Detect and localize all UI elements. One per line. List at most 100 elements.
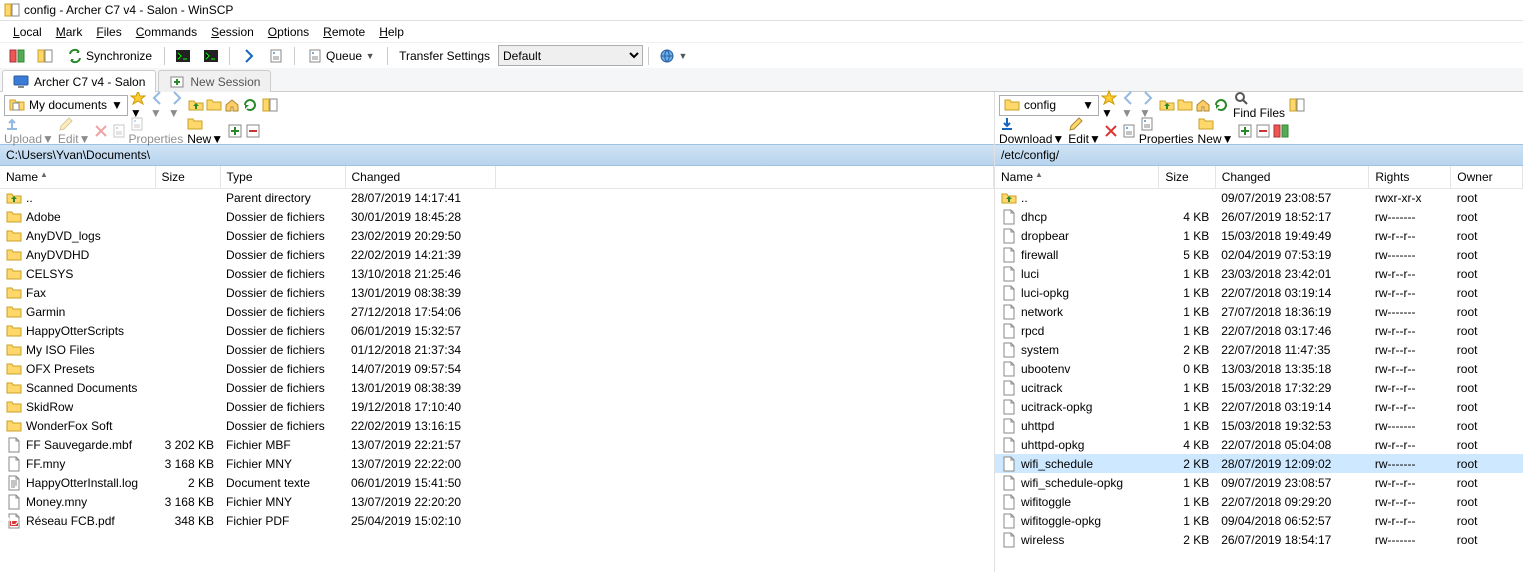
menu-help[interactable]: Help — [372, 23, 411, 41]
col-size[interactable]: Size — [155, 166, 220, 188]
menu-remote[interactable]: Remote — [316, 23, 372, 41]
local-path[interactable]: C:\Users\Yvan\Documents\ — [0, 144, 994, 166]
download-button[interactable]: Download▼ — [999, 116, 1064, 146]
local-drive-select[interactable]: My documents ▼ — [4, 95, 128, 116]
table-row[interactable]: My ISO FilesDossier de fichiers01/12/201… — [0, 340, 994, 359]
table-row[interactable]: AnyDVD_logsDossier de fichiers23/02/2019… — [0, 226, 994, 245]
table-row[interactable]: WonderFox SoftDossier de fichiers22/02/2… — [0, 416, 994, 435]
remote-path[interactable]: /etc/config/ — [995, 144, 1523, 166]
edit-button[interactable]: Edit▼ — [58, 116, 91, 146]
table-row[interactable]: dhcp4 KB26/07/2019 18:52:17rw-------root — [995, 207, 1523, 226]
properties-button[interactable]: Properties — [1139, 116, 1194, 146]
remote-drive-select[interactable]: config ▼ — [999, 95, 1099, 116]
col-owner[interactable]: Owner — [1451, 166, 1523, 188]
table-row[interactable]: ucitrack-opkg1 KB22/07/2018 03:19:14rw-r… — [995, 397, 1523, 416]
select-none-button[interactable] — [245, 123, 261, 139]
home-button[interactable] — [1195, 97, 1211, 113]
menu-commands[interactable]: Commands — [129, 23, 204, 41]
table-row[interactable]: Réseau FCB.pdf348 KBFichier PDF25/04/201… — [0, 511, 994, 530]
parent-dir-button[interactable] — [1159, 97, 1175, 113]
table-row[interactable]: HappyOtterScriptsDossier de fichiers06/0… — [0, 321, 994, 340]
table-row[interactable]: wifi_schedule2 KB28/07/2019 12:09:02rw--… — [995, 454, 1523, 473]
select-all-button[interactable] — [1237, 123, 1253, 139]
table-row[interactable]: wifitoggle-opkg1 KB09/04/2018 06:52:57rw… — [995, 511, 1523, 530]
table-row[interactable]: CELSYSDossier de fichiers13/10/2018 21:2… — [0, 264, 994, 283]
root-dir-button[interactable] — [206, 97, 222, 113]
table-row[interactable]: luci-opkg1 KB22/07/2018 03:19:14rw-r--r-… — [995, 283, 1523, 302]
table-row[interactable]: dropbear1 KB15/03/2018 19:49:49rw-r--r--… — [995, 226, 1523, 245]
root-dir-button[interactable] — [1177, 97, 1193, 113]
menu-files[interactable]: Files — [89, 23, 128, 41]
table-row[interactable]: system2 KB22/07/2018 11:47:35rw-r--r--ro… — [995, 340, 1523, 359]
col-changed[interactable]: Changed — [345, 166, 495, 188]
table-row[interactable]: wifitoggle1 KB22/07/2018 09:29:20rw-r--r… — [995, 492, 1523, 511]
bookmark-button[interactable]: ▼ — [1101, 90, 1117, 120]
home-button[interactable] — [224, 97, 240, 113]
properties-button[interactable]: Properties — [129, 116, 184, 146]
console-button[interactable] — [198, 45, 224, 67]
find-files-button[interactable]: Find Files — [1233, 90, 1285, 120]
rename-button[interactable] — [1121, 123, 1137, 139]
select-all-button[interactable] — [227, 123, 243, 139]
table-row[interactable]: AnyDVDHDDossier de fichiers22/02/2019 14… — [0, 245, 994, 264]
invert-select-button[interactable] — [1273, 123, 1289, 139]
edit-button[interactable]: Edit▼ — [1068, 116, 1101, 146]
new-button[interactable]: New▼ — [187, 116, 223, 146]
transfer-preset-select[interactable]: Default — [498, 45, 643, 66]
col-changed[interactable]: Changed — [1215, 166, 1369, 188]
reconnect-button[interactable]: ▼ — [654, 45, 693, 67]
refresh-button[interactable] — [242, 97, 258, 113]
table-row[interactable]: wifi_schedule-opkg1 KB09/07/2019 23:08:5… — [995, 473, 1523, 492]
table-row[interactable]: firewall5 KB02/04/2019 07:53:19rw-------… — [995, 245, 1523, 264]
table-row[interactable]: GarminDossier de fichiers27/12/2018 17:5… — [0, 302, 994, 321]
table-row[interactable]: ..09/07/2019 23:08:57rwxr-xr-xroot — [995, 188, 1523, 207]
table-row[interactable]: AdobeDossier de fichiers30/01/2019 18:45… — [0, 207, 994, 226]
synchronize-button[interactable]: Synchronize — [60, 45, 159, 67]
terminal-button[interactable] — [170, 45, 196, 67]
table-row[interactable]: HappyOtterInstall.log2 KBDocument texte0… — [0, 473, 994, 492]
tab-session[interactable]: Archer C7 v4 - Salon — [2, 70, 156, 92]
table-row[interactable]: ucitrack1 KB15/03/2018 17:32:29rw-r--r--… — [995, 378, 1523, 397]
sync-dirs-button[interactable] — [262, 97, 278, 113]
col-name[interactable]: Name▲ — [995, 166, 1159, 188]
transfer-settings-button[interactable] — [263, 45, 289, 67]
table-row[interactable]: FF Sauvegarde.mbf3 202 KBFichier MBF13/0… — [0, 435, 994, 454]
sync-browse-button[interactable] — [32, 45, 58, 67]
table-row[interactable]: FF.mny3 168 KBFichier MNY13/07/2019 22:2… — [0, 454, 994, 473]
parent-dir-button[interactable] — [188, 97, 204, 113]
table-row[interactable]: FaxDossier de fichiers13/01/2019 08:38:3… — [0, 283, 994, 302]
table-row[interactable]: Money.mny3 168 KBFichier MNY13/07/2019 2… — [0, 492, 994, 511]
delete-button[interactable] — [1103, 123, 1119, 139]
table-row[interactable]: uhttpd-opkg4 KB22/07/2018 05:04:08rw-r--… — [995, 435, 1523, 454]
table-row[interactable]: rpcd1 KB22/07/2018 03:17:46rw-r--r--root — [995, 321, 1523, 340]
menu-mark[interactable]: Mark — [49, 23, 90, 41]
table-row[interactable]: OFX PresetsDossier de fichiers14/07/2019… — [0, 359, 994, 378]
table-row[interactable]: ubootenv0 KB13/03/2018 13:35:18rw-r--r--… — [995, 359, 1523, 378]
remote-file-list[interactable]: Name▲ Size Changed Rights Owner ..09/07/… — [995, 166, 1523, 572]
queue-button[interactable]: Queue▼ — [300, 45, 382, 67]
menu-session[interactable]: Session — [204, 23, 261, 41]
col-name[interactable]: Name▲ — [0, 166, 155, 188]
upload-button[interactable]: Upload▼ — [4, 116, 54, 146]
table-row[interactable]: network1 KB27/07/2018 18:36:19rw-------r… — [995, 302, 1523, 321]
select-none-button[interactable] — [1255, 123, 1271, 139]
delete-button[interactable] — [93, 123, 109, 139]
col-type[interactable]: Type — [220, 166, 345, 188]
transfer-resume-button[interactable] — [235, 45, 261, 67]
col-size[interactable]: Size — [1159, 166, 1215, 188]
col-rights[interactable]: Rights — [1369, 166, 1451, 188]
menu-local[interactable]: Local — [6, 23, 49, 41]
table-row[interactable]: Scanned DocumentsDossier de fichiers13/0… — [0, 378, 994, 397]
tab-new-session[interactable]: New Session — [158, 70, 271, 92]
compare-dirs-button[interactable] — [4, 45, 30, 67]
table-row[interactable]: uhttpd1 KB15/03/2018 19:32:53rw-------ro… — [995, 416, 1523, 435]
table-row[interactable]: ..Parent directory28/07/2019 14:17:41 — [0, 188, 994, 207]
nav-back-button[interactable]: ▼ — [1121, 90, 1137, 120]
new-button[interactable]: New▼ — [1198, 116, 1234, 146]
local-file-list[interactable]: Name▲ Size Type Changed ..Parent directo… — [0, 166, 994, 572]
table-row[interactable]: luci1 KB23/03/2018 23:42:01rw-r--r--root — [995, 264, 1523, 283]
menu-options[interactable]: Options — [261, 23, 316, 41]
nav-forward-button[interactable]: ▼ — [1139, 90, 1155, 120]
refresh-button[interactable] — [1213, 97, 1229, 113]
rename-button[interactable] — [111, 123, 127, 139]
